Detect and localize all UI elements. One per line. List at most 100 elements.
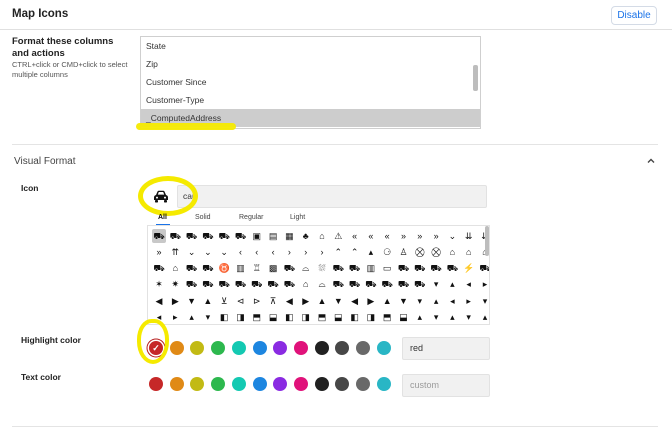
text-color-swatch[interactable] (149, 377, 163, 391)
truck-icon[interactable]: ⛟ (397, 262, 411, 276)
columns-scrollbar[interactable] (473, 65, 478, 91)
square-caret-right-icon[interactable]: ◨ (234, 311, 248, 325)
car-front-icon[interactable]: ⛟ (266, 278, 280, 292)
address-card-icon[interactable]: ▤ (266, 229, 280, 243)
circle-caret-left-icon[interactable]: ◀ (152, 294, 166, 308)
truck-moving-icon[interactable]: ⛟ (201, 229, 215, 243)
text-color-swatch[interactable] (231, 377, 246, 391)
chevron-down-icon[interactable]: ⌄ (445, 229, 459, 243)
double-angle-left-icon[interactable]: « (380, 229, 394, 243)
car-rear-icon[interactable]: ⛟ (413, 278, 427, 292)
car-bolt-icon[interactable]: ⚡ (462, 262, 476, 276)
highlight-color-swatch[interactable] (190, 341, 205, 355)
cart-icon[interactable]: ⛒ (429, 245, 443, 259)
double-chevron-down-icon[interactable]: ⇊ (462, 229, 476, 243)
car-rear-icon[interactable]: ⛟ (478, 262, 489, 276)
circle-caret-down-icon[interactable]: ▼ (397, 294, 411, 308)
circle-caret-down-icon[interactable]: ▼ (185, 294, 199, 308)
car-front-icon[interactable]: ⛟ (152, 262, 166, 276)
columns-listbox[interactable]: State Zip Customer Since Customer-Type _… (140, 36, 481, 129)
circle-caret-down-icon[interactable]: ▼ (331, 294, 345, 308)
car-garage-icon[interactable]: ⌂ (299, 278, 313, 292)
highlight-color-swatch[interactable] (293, 341, 308, 355)
double-angle-right-icon[interactable]: » (397, 229, 411, 243)
garage-icon[interactable]: ⌂ (462, 245, 476, 259)
text-color-swatch[interactable] (273, 377, 288, 391)
column-option-state[interactable]: State (141, 37, 480, 55)
truck-ramp-icon[interactable]: ⛟ (217, 278, 231, 292)
caret-up-icon[interactable]: ▴ (478, 311, 489, 325)
icon-search-input[interactable]: car (177, 185, 487, 208)
tree-icon[interactable]: ♣ (299, 229, 313, 243)
chevron-up-icon[interactable] (646, 156, 658, 168)
text-color-swatch[interactable] (356, 377, 370, 391)
icon-grid-scrollbar[interactable] (485, 226, 489, 256)
car-burst-icon[interactable]: ✷ (168, 278, 182, 292)
bus-icon[interactable]: ▥ (234, 262, 248, 276)
text-color-input[interactable]: custom (402, 374, 490, 397)
warning-icon[interactable]: ⚠ (331, 229, 345, 243)
tab-regular[interactable]: Regular (239, 214, 264, 221)
text-color-swatch[interactable] (293, 377, 308, 391)
circle-chevron-down-icon[interactable]: ⊻ (217, 294, 231, 308)
disable-button[interactable]: Disable (611, 6, 657, 25)
highlight-color-swatch[interactable] (231, 341, 246, 355)
car-tunnel-icon[interactable]: ⌓ (315, 278, 329, 292)
cart-icon[interactable]: ⛒ (413, 245, 427, 259)
highlight-color-swatch[interactable] (169, 341, 184, 355)
chevrons-right-icon[interactable]: » (413, 229, 427, 243)
car-front-icon[interactable]: ⛟ (348, 278, 362, 292)
chevron-right-icon[interactable]: › (315, 245, 329, 259)
car-side-icon[interactable]: ⛟ (201, 278, 215, 292)
square-caret-left-icon[interactable]: ◧ (217, 311, 231, 325)
chevron-down-icon[interactable]: ⌄ (217, 245, 231, 259)
caret-down-icon[interactable]: ▾ (429, 278, 443, 292)
text-color-swatch[interactable] (190, 377, 205, 391)
car-mirror-icon[interactable]: ⛟ (413, 262, 427, 276)
car-side-icon[interactable]: ⛟ (429, 262, 443, 276)
car-crash-icon[interactable]: ✶ (152, 278, 166, 292)
caret-up-icon[interactable]: ▴ (445, 311, 459, 325)
column-option-customer-since[interactable]: Customer Since (141, 73, 480, 91)
text-color-swatch[interactable] (252, 377, 267, 391)
tab-light[interactable]: Light (290, 214, 305, 221)
caret-down-icon[interactable]: ▾ (201, 311, 215, 325)
truck-icon[interactable]: ⛟ (185, 229, 199, 243)
angle-right-icon[interactable]: › (282, 245, 296, 259)
circle-chevron-up-icon[interactable]: ⊼ (266, 294, 280, 308)
caret-right-icon[interactable]: ▸ (478, 278, 489, 292)
chevron-down-icon[interactable]: ⌄ (201, 245, 215, 259)
caret-left-icon[interactable]: ◂ (445, 294, 459, 308)
circle-chevron-right-icon[interactable]: ⊳ (250, 294, 264, 308)
circle-caret-right-icon[interactable]: ▶ (299, 294, 313, 308)
circle-chevron-left-icon[interactable]: ⊲ (234, 294, 248, 308)
text-color-swatch[interactable] (169, 377, 184, 391)
highlight-color-swatch[interactable] (335, 341, 350, 355)
caret-left-icon[interactable]: ◂ (462, 278, 476, 292)
highlight-color-swatch[interactable] (252, 341, 267, 355)
circle-caret-right-icon[interactable]: ▶ (168, 294, 182, 308)
car-building-icon[interactable]: ▩ (266, 262, 280, 276)
car-side-icon[interactable]: ⛟ (168, 229, 182, 243)
car-side-icon[interactable]: ⛟ (397, 278, 411, 292)
car-side-icon[interactable]: ⛟ (250, 278, 264, 292)
angle-down-icon[interactable]: ⌄ (185, 245, 199, 259)
square-caret-up-icon[interactable]: ⬒ (250, 311, 264, 325)
circle-caret-up-icon[interactable]: ▲ (315, 294, 329, 308)
double-angle-up-icon[interactable]: ⇈ (168, 245, 182, 259)
caret-down-icon[interactable]: ▾ (478, 294, 489, 308)
car-garage-icon[interactable]: ⌂ (168, 262, 182, 276)
car-tow-icon[interactable]: ⛟ (234, 278, 248, 292)
highlight-color-swatch[interactable] (314, 341, 329, 355)
square-caret-down-icon[interactable]: ⬓ (266, 311, 280, 325)
caret-up-icon[interactable]: ▴ (429, 294, 443, 308)
angle-left-icon[interactable]: ‹ (266, 245, 280, 259)
circle-caret-left-icon[interactable]: ◀ (282, 294, 296, 308)
highlight-color-swatch[interactable] (273, 341, 288, 355)
text-color-swatch[interactable] (376, 377, 391, 391)
chair-icon[interactable]: ♙ (397, 245, 411, 259)
tab-all[interactable]: All (158, 214, 167, 221)
caret-down-icon[interactable]: ▾ (429, 311, 443, 325)
chevrons-left-icon[interactable]: « (348, 229, 362, 243)
column-option-zip[interactable]: Zip (141, 55, 480, 73)
